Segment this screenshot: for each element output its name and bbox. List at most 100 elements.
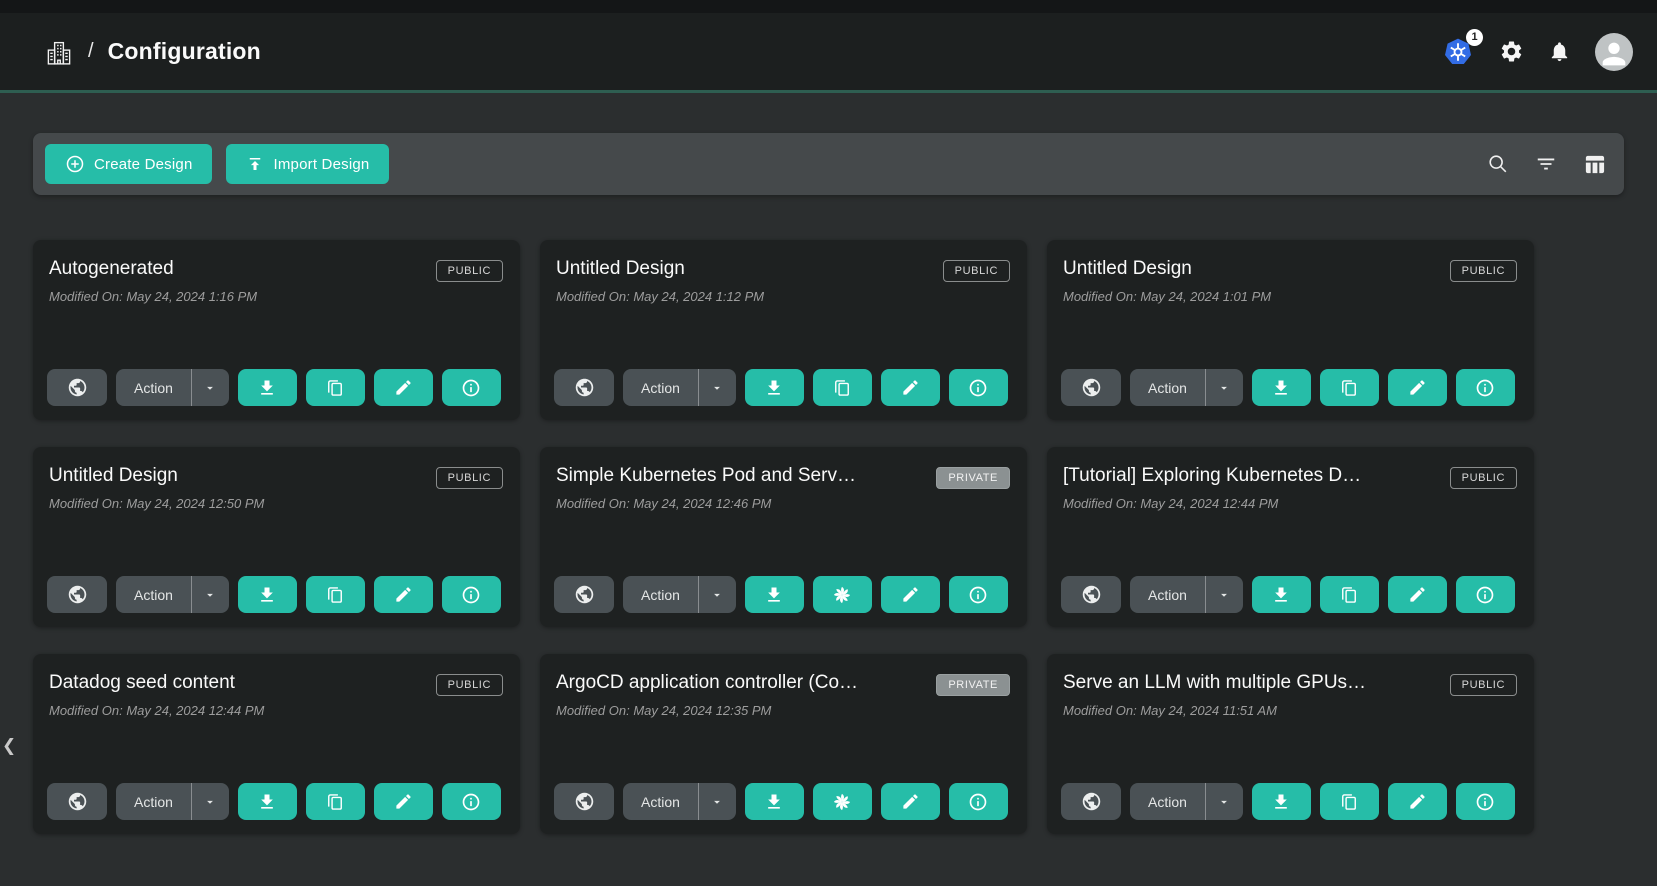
info-design-button[interactable] [1456,783,1515,820]
design-card: Untitled Design PUBLIC Modified On: May … [540,240,1027,420]
info-icon [461,585,481,605]
copy-icon [1339,378,1359,398]
clone-design-button[interactable] [1320,783,1379,820]
download-design-button[interactable] [745,369,804,406]
download-design-button[interactable] [1252,783,1311,820]
visibility-globe-button[interactable] [1061,576,1121,613]
create-design-button[interactable]: Create Design [45,144,212,184]
download-design-button[interactable] [1252,576,1311,613]
clone-design-button[interactable] [1320,576,1379,613]
globe-icon [67,377,88,398]
info-design-button[interactable] [1456,369,1515,406]
visibility-globe-button[interactable] [1061,783,1121,820]
filter-icon[interactable] [1535,153,1557,175]
edit-design-button[interactable] [374,369,433,406]
action-button[interactable]: Action [623,783,698,820]
edit-design-button[interactable] [374,783,433,820]
info-design-button[interactable] [1456,576,1515,613]
edit-design-button[interactable] [1388,369,1447,406]
action-dropdown-toggle[interactable] [191,783,229,820]
design-card: Simple Kubernetes Pod and Serv… PRIVATE … [540,447,1027,627]
design-title: Untitled Design [556,258,926,280]
globe-icon [1081,584,1102,605]
action-button[interactable]: Action [623,369,698,406]
user-avatar[interactable] [1595,33,1633,71]
edit-design-button[interactable] [374,576,433,613]
download-icon [764,378,784,398]
info-icon [1475,792,1495,812]
import-design-button[interactable]: Import Design [226,144,389,184]
action-dropdown-toggle[interactable] [698,576,736,613]
action-button[interactable]: Action [1130,783,1205,820]
chevron-down-icon [710,795,724,809]
clone-design-button[interactable] [306,576,365,613]
settings-gear-icon[interactable] [1499,39,1524,64]
action-dropdown-toggle[interactable] [1205,369,1243,406]
action-button[interactable]: Action [116,369,191,406]
drawer-collapse-chevron[interactable]: ❮ [2,736,16,756]
info-design-button[interactable] [442,576,501,613]
visibility-globe-button[interactable] [554,783,614,820]
search-icon[interactable] [1487,153,1509,175]
clone-design-button[interactable] [813,783,872,820]
modified-timestamp: Modified On: May 24, 2024 12:46 PM [556,496,1009,511]
organization-building-icon[interactable] [44,37,74,67]
kubernetes-context-button[interactable]: 1 [1441,35,1475,69]
info-icon [461,792,481,812]
edit-design-button[interactable] [881,369,940,406]
info-icon [968,585,988,605]
modified-timestamp: Modified On: May 24, 2024 1:12 PM [556,289,1009,304]
download-design-button[interactable] [238,576,297,613]
visibility-badge: PUBLIC [943,260,1010,282]
download-design-button[interactable] [238,783,297,820]
table-view-icon[interactable] [1583,153,1606,176]
info-design-button[interactable] [949,783,1008,820]
clone-design-button[interactable] [306,783,365,820]
info-design-button[interactable] [442,369,501,406]
edit-design-button[interactable] [1388,783,1447,820]
action-dropdown-toggle[interactable] [191,369,229,406]
clone-design-button[interactable] [306,369,365,406]
edit-design-button[interactable] [881,783,940,820]
action-button[interactable]: Action [116,783,191,820]
download-design-button[interactable] [745,576,804,613]
clone-design-button[interactable] [813,369,872,406]
action-button[interactable]: Action [1130,369,1205,406]
visibility-globe-button[interactable] [1061,369,1121,406]
action-button[interactable]: Action [1130,576,1205,613]
clone-design-button[interactable] [1320,369,1379,406]
action-dropdown-toggle[interactable] [191,576,229,613]
visibility-globe-button[interactable] [554,369,614,406]
action-button[interactable]: Action [116,576,191,613]
download-design-button[interactable] [238,369,297,406]
action-split-button: Action [623,576,736,613]
download-design-button[interactable] [1252,369,1311,406]
clone-design-button[interactable] [813,576,872,613]
download-design-button[interactable] [745,783,804,820]
action-button[interactable]: Action [623,576,698,613]
visibility-globe-button[interactable] [554,576,614,613]
design-card: Autogenerated PUBLIC Modified On: May 24… [33,240,520,420]
action-dropdown-toggle[interactable] [1205,576,1243,613]
visibility-globe-button[interactable] [47,783,107,820]
visibility-globe-button[interactable] [47,576,107,613]
info-design-button[interactable] [442,783,501,820]
modified-timestamp: Modified On: May 24, 2024 11:51 AM [1063,703,1516,718]
pencil-icon [901,378,920,397]
edit-design-button[interactable] [1388,576,1447,613]
info-design-button[interactable] [949,369,1008,406]
notifications-bell-icon[interactable] [1548,40,1571,63]
pencil-icon [1408,792,1427,811]
chevron-down-icon [1217,795,1231,809]
visibility-globe-button[interactable] [47,369,107,406]
action-dropdown-toggle[interactable] [1205,783,1243,820]
breadcrumb-separator: / [88,40,94,63]
action-dropdown-toggle[interactable] [698,369,736,406]
action-dropdown-toggle[interactable] [698,783,736,820]
action-split-button: Action [623,369,736,406]
info-design-button[interactable] [949,576,1008,613]
copy-icon [325,585,345,605]
edit-design-button[interactable] [881,576,940,613]
import-design-label: Import Design [273,156,369,173]
pencil-icon [394,585,413,604]
